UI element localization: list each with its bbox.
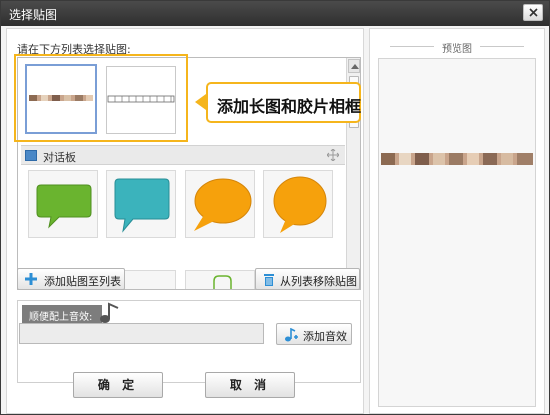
orange-oval-bubble-shape: [194, 178, 252, 231]
speech-bubble-teal[interactable]: [106, 170, 176, 238]
teal-bubble-shape: [114, 178, 170, 233]
scroll-up-button[interactable]: [348, 59, 360, 73]
outline-partial-shape: [213, 275, 232, 289]
speech-bubble-orange-round[interactable]: [263, 170, 333, 238]
cancel-button[interactable]: 取 消: [205, 372, 295, 398]
remove-sticker-button[interactable]: 从列表移除贴图: [255, 268, 360, 290]
speech-bubble-outline-partial[interactable]: [185, 270, 255, 289]
preview-area: [378, 58, 536, 407]
speech-bubble-green[interactable]: [28, 170, 98, 238]
preview-divider-right: [480, 46, 524, 47]
add-audio-icon: [285, 328, 298, 342]
select-sticker-dialog: 选择贴图 请在下方列表选择贴图: 对话板 添加贴图至列表 从列表移除贴图 顺便配…: [0, 0, 550, 415]
speech-bubble-orange-oval[interactable]: [185, 170, 255, 238]
tutorial-highlight-frame: [14, 54, 188, 142]
green-bubble-shape: [36, 184, 92, 229]
chevron-up-icon: [351, 64, 359, 69]
group-header-dialog-boards[interactable]: 对话板: [21, 145, 345, 165]
callout-text: 添加长图和胶片相框: [217, 97, 362, 116]
close-button[interactable]: [523, 4, 543, 21]
close-icon: [529, 8, 538, 17]
preview-panel: 预览图: [369, 28, 545, 414]
add-sound-button[interactable]: 添加音效: [276, 323, 352, 345]
trash-icon: [264, 274, 274, 286]
callout-pointer: [195, 94, 206, 110]
group-label: 对话板: [43, 151, 76, 164]
orange-round-bubble-shape: [273, 176, 327, 233]
move-icon[interactable]: [327, 149, 339, 161]
ok-button[interactable]: 确 定: [73, 372, 163, 398]
preview-photo-strip: [381, 153, 533, 165]
add-sticker-label: 添加贴图至列表: [44, 275, 121, 288]
title-bar: 选择贴图: [1, 1, 549, 26]
plus-icon: [25, 273, 37, 285]
add-sound-label: 添加音效: [303, 330, 347, 343]
tutorial-callout: 添加长图和胶片相框: [206, 82, 361, 123]
gallery-icon: [25, 150, 37, 161]
music-note-icon: [100, 302, 119, 323]
preview-title: 预览图: [442, 44, 472, 55]
remove-sticker-label: 从列表移除贴图: [280, 275, 357, 288]
sound-section-label: 顺便配上音效:: [22, 305, 102, 323]
window-title: 选择贴图: [9, 8, 58, 22]
add-sticker-button[interactable]: 添加贴图至列表: [17, 268, 125, 290]
sound-file-field[interactable]: [19, 323, 264, 344]
